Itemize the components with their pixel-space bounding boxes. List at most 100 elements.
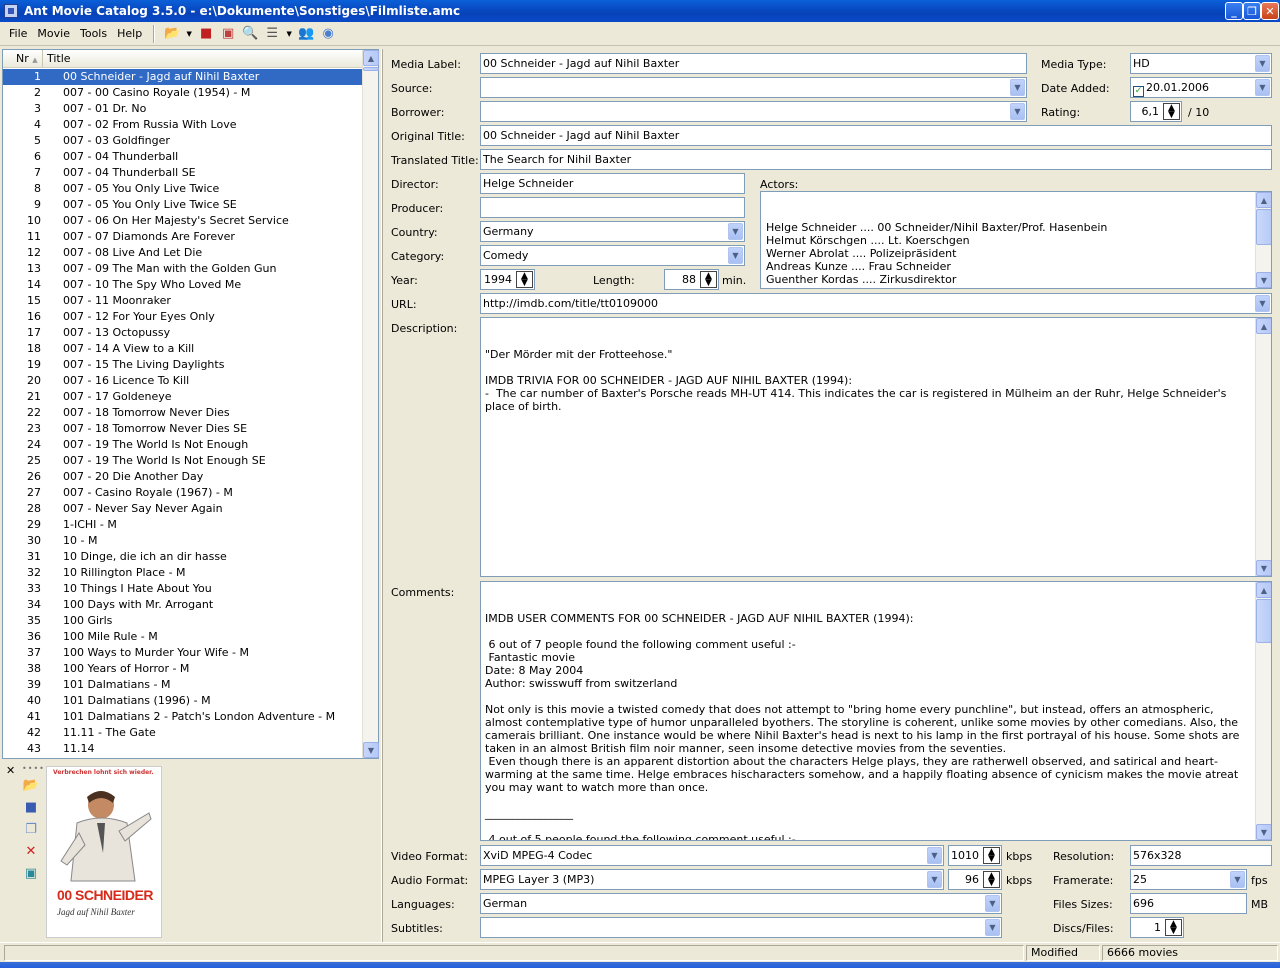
list-item[interactable]: 35 100 Girls xyxy=(3,613,363,629)
list-scrollbar[interactable]: ▲ ▼ xyxy=(362,50,379,758)
video-format-select[interactable]: XviD MPEG-4 Codec ▼ xyxy=(480,845,944,866)
scroll-up-icon[interactable]: ▲ xyxy=(1256,318,1271,334)
chevron-down-icon[interactable]: ▼ xyxy=(1255,79,1270,96)
list-item[interactable]: 29 1-ICHI - M xyxy=(3,517,363,533)
list-item[interactable]: 16 007 - 12 For Your Eyes Only xyxy=(3,309,363,325)
spinner-arrows-icon[interactable]: ▲ ▼ xyxy=(983,847,1000,864)
list-item[interactable]: 3 007 - 01 Dr. No xyxy=(3,101,363,117)
scroll-up-icon[interactable]: ▲ xyxy=(1256,192,1271,208)
actors-scrollbar[interactable]: ▲ ▼ xyxy=(1255,192,1271,288)
column-header-nr[interactable]: Nr ▲ xyxy=(3,50,43,67)
subtitles-select[interactable]: ▼ xyxy=(480,917,1002,938)
list-item[interactable]: 39 101 Dalmatians - M xyxy=(3,677,363,693)
comments-scrollbar[interactable]: ▲ ▼ xyxy=(1255,582,1271,840)
producer-field[interactable] xyxy=(480,197,745,218)
minimize-button[interactable]: _ xyxy=(1225,2,1243,20)
date-added-picker[interactable]: ✓ 20.01.2006 ▼ xyxy=(1130,77,1272,98)
chevron-down-icon[interactable]: ▼ xyxy=(985,919,1000,936)
list-item[interactable]: 28 007 - Never Say Never Again xyxy=(3,501,363,517)
list-item[interactable]: 10 007 - 06 On Her Majesty's Secret Servi… xyxy=(3,213,363,229)
description-scrollbar[interactable]: ▲ ▼ xyxy=(1255,318,1271,576)
scroll-thumb[interactable] xyxy=(1256,209,1271,245)
chevron-down-icon[interactable]: ▼ xyxy=(1230,871,1245,888)
list-view-icon[interactable]: ☰ xyxy=(263,25,281,43)
country-select[interactable]: Germany ▼ xyxy=(480,221,745,242)
menu-help[interactable]: Help xyxy=(112,27,147,40)
list-item[interactable]: 20 007 - 16 Licence To Kill xyxy=(3,373,363,389)
list-item[interactable]: 38 100 Years of Horror - M xyxy=(3,661,363,677)
dropdown-arrow-icon[interactable]: ▼ xyxy=(285,25,293,43)
list-item[interactable]: 32 10 Rillington Place - M xyxy=(3,565,363,581)
rating-spinner[interactable]: 6,1 ▲ ▼ xyxy=(1130,101,1182,122)
list-item[interactable]: 14 007 - 10 The Spy Who Loved Me xyxy=(3,277,363,293)
list-item[interactable]: 23 007 - 18 Tomorrow Never Dies SE xyxy=(3,421,363,437)
list-item[interactable]: 26 007 - 20 Die Another Day xyxy=(3,469,363,485)
picture-properties-icon[interactable]: ▣ xyxy=(22,864,40,882)
chevron-down-icon[interactable]: ▼ xyxy=(985,895,1000,912)
menu-movie[interactable]: Movie xyxy=(32,27,75,40)
app-icon[interactable] xyxy=(4,4,18,18)
resolution-field[interactable]: 576x328 xyxy=(1130,845,1272,866)
list-item[interactable]: 5 007 - 03 Goldfinger xyxy=(3,133,363,149)
audio-format-select[interactable]: MPEG Layer 3 (MP3) ▼ xyxy=(480,869,944,890)
list-item[interactable]: 19 007 - 15 The Living Daylights xyxy=(3,357,363,373)
scroll-up-icon[interactable]: ▲ xyxy=(363,50,379,66)
scroll-up-icon[interactable]: ▲ xyxy=(1256,582,1271,598)
scroll-thumb[interactable] xyxy=(1256,599,1271,643)
list-item[interactable]: 18 007 - 14 A View to a Kill xyxy=(3,341,363,357)
comments-memo[interactable]: IMDB USER COMMENTS FOR 00 SCHNEIDER - JA… xyxy=(480,581,1272,841)
scroll-down-icon[interactable]: ▼ xyxy=(363,742,379,758)
list-item[interactable]: 36 100 Mile Rule - M xyxy=(3,629,363,645)
director-field[interactable]: Helge Schneider xyxy=(480,173,745,194)
spinner-arrows-icon[interactable]: ▲ ▼ xyxy=(983,871,1000,888)
dropdown-arrow-icon[interactable]: ▼ xyxy=(185,25,193,43)
year-spinner[interactable]: 1994 ▲ ▼ xyxy=(480,269,535,290)
length-spinner[interactable]: 88 ▲ ▼ xyxy=(664,269,719,290)
scroll-down-icon[interactable]: ▼ xyxy=(1256,824,1271,840)
list-item[interactable]: 41 101 Dalmatians 2 - Patch's London Adve… xyxy=(3,709,363,725)
list-item[interactable]: 31 10 Dinge, die ich an dir hasse xyxy=(3,549,363,565)
load-picture-icon[interactable]: 📂 xyxy=(22,776,40,794)
framerate-select[interactable]: 25 ▼ xyxy=(1130,869,1247,890)
movie-list[interactable]: Nr ▲ Title 1 00 Schneider - Jagd auf Nihi… xyxy=(2,49,379,759)
maximize-button[interactable]: ❐ xyxy=(1243,2,1261,20)
languages-select[interactable]: German ▼ xyxy=(480,893,1002,914)
list-item[interactable]: 4 007 - 02 From Russia With Love xyxy=(3,117,363,133)
spinner-arrows-icon[interactable]: ▲ ▼ xyxy=(1163,103,1180,120)
translated-title-field[interactable]: The Search for Nihil Baxter xyxy=(480,149,1272,170)
borrower-select[interactable]: ▼ xyxy=(480,101,1027,122)
source-select[interactable]: ▼ xyxy=(480,77,1027,98)
list-item[interactable]: 12 007 - 08 Live And Let Die xyxy=(3,245,363,261)
description-memo[interactable]: "Der Mörder mit der Frotteehose." IMDB TR… xyxy=(480,317,1272,577)
url-select[interactable]: http://imdb.com/title/tt0109000 ▼ xyxy=(480,293,1272,314)
list-item[interactable]: 40 101 Dalmatians (1996) - M xyxy=(3,693,363,709)
files-sizes-field[interactable]: 696 xyxy=(1130,893,1247,914)
category-select[interactable]: Comedy ▼ xyxy=(480,245,745,266)
menu-tools[interactable]: Tools xyxy=(75,27,112,40)
list-item[interactable]: 24 007 - 19 The World Is Not Enough xyxy=(3,437,363,453)
list-item[interactable]: 2 007 - 00 Casino Royale (1954) - M xyxy=(3,85,363,101)
spinner-arrows-icon[interactable]: ▲ ▼ xyxy=(516,271,533,288)
chevron-down-icon[interactable]: ▼ xyxy=(1010,79,1025,96)
list-item[interactable]: 17 007 - 13 Octopussy xyxy=(3,325,363,341)
list-item[interactable]: 22 007 - 18 Tomorrow Never Dies xyxy=(3,405,363,421)
close-picture-icon[interactable]: ✕ xyxy=(6,764,15,777)
list-item[interactable]: 43 11.14 xyxy=(3,741,363,757)
media-label-field[interactable]: 00 Schneider - Jagd auf Nihil Baxter xyxy=(480,53,1027,74)
list-item[interactable]: 6 007 - 04 Thunderball xyxy=(3,149,363,165)
list-item[interactable]: 34 100 Days with Mr. Arrogant xyxy=(3,597,363,613)
chevron-down-icon[interactable]: ▼ xyxy=(927,847,942,864)
list-item[interactable]: 13 007 - 09 The Man with the Golden Gun xyxy=(3,261,363,277)
original-title-field[interactable]: 00 Schneider - Jagd auf Nihil Baxter xyxy=(480,125,1272,146)
list-item[interactable]: 1 00 Schneider - Jagd auf Nihil Baxter xyxy=(3,69,363,85)
window-titlebar[interactable]: Ant Movie Catalog 3.5.0 - e:\Dokumente\S… xyxy=(0,0,1280,22)
list-item[interactable]: 11 007 - 07 Diamonds Are Forever xyxy=(3,229,363,245)
column-header-title[interactable]: Title xyxy=(43,50,378,67)
scroll-thumb[interactable] xyxy=(363,67,379,71)
list-item[interactable]: 33 10 Things I Hate About You xyxy=(3,581,363,597)
list-item[interactable]: 7 007 - 04 Thunderball SE xyxy=(3,165,363,181)
chevron-down-icon[interactable]: ▼ xyxy=(728,223,743,240)
audio-bitrate-spinner[interactable]: 96 ▲ ▼ xyxy=(948,869,1002,890)
discs-files-spinner[interactable]: 1 ▲ ▼ xyxy=(1130,917,1184,938)
chevron-down-icon[interactable]: ▼ xyxy=(728,247,743,264)
